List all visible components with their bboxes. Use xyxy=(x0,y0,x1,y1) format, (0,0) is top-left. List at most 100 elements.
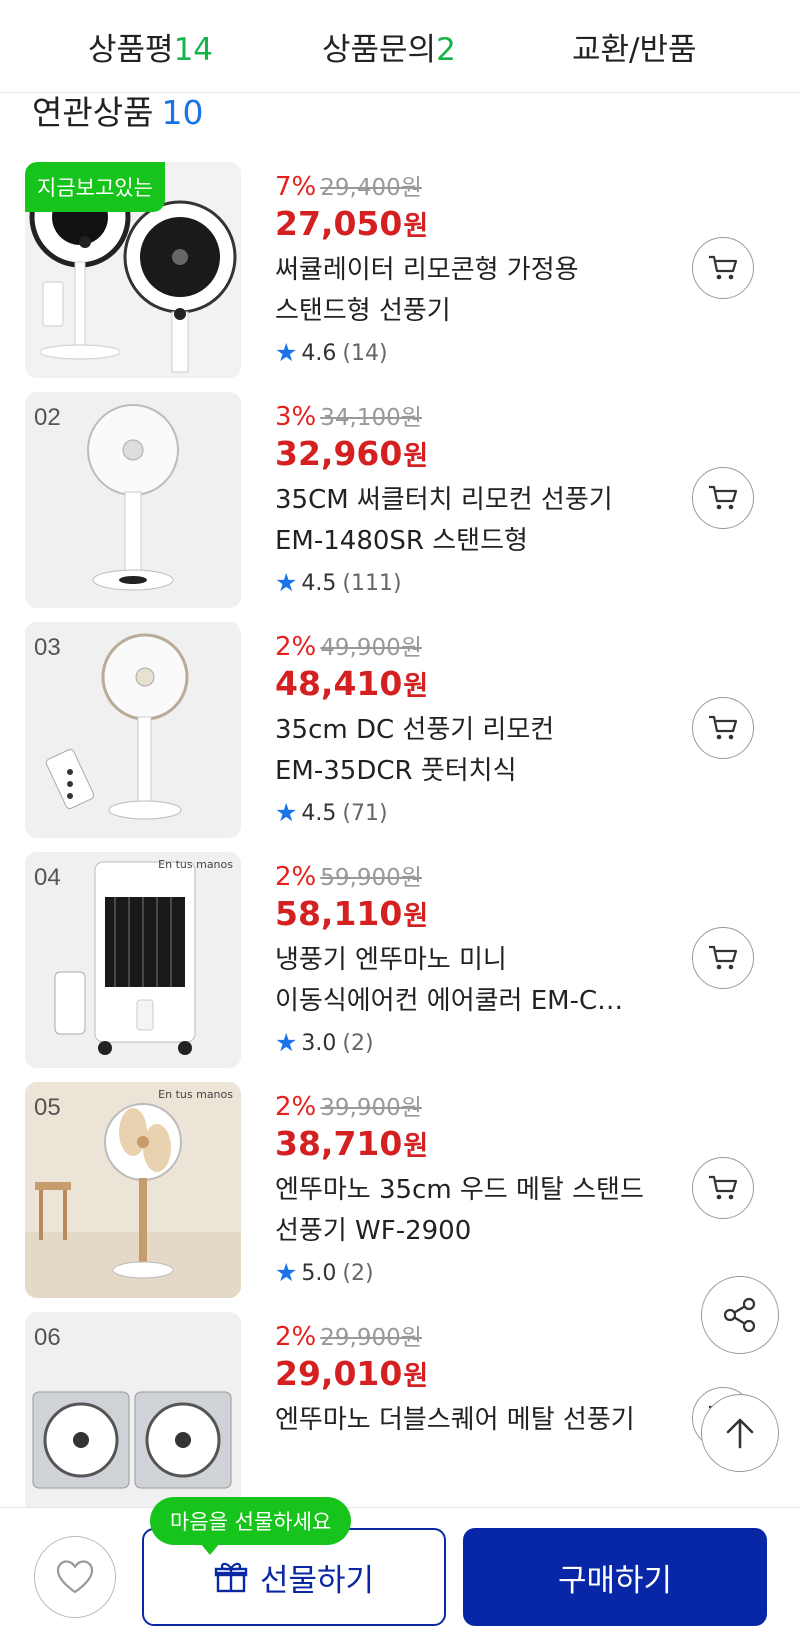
cart-icon xyxy=(709,1175,738,1200)
product-item[interactable]: 04 En tus manos 2% 59,900원 58,110원 냉풍기 엔뚜… xyxy=(0,852,800,1068)
review-count: (2) xyxy=(342,1031,374,1056)
product-name[interactable]: 35cm DC 선풍기 리모컨 EM-35DCR 풋터치식 xyxy=(275,710,670,792)
rank-number: 02 xyxy=(34,404,61,431)
sale-price-value: 29,010 xyxy=(275,1354,403,1393)
product-item[interactable]: 03 2% 49,900원 48,410원 35cm DC 선풍기 리모컨 EM-3… xyxy=(0,622,800,838)
rating: ★ 5.0 (2) xyxy=(275,1258,374,1287)
gift-tooltip: 마음을 선물하세요 xyxy=(150,1497,352,1555)
discount-rate: 3% xyxy=(275,402,317,432)
buy-button[interactable]: 구매하기 xyxy=(463,1528,767,1626)
tab-reviews[interactable]: 상품평14 xyxy=(88,24,213,69)
sale-price-value: 58,110 xyxy=(275,894,403,933)
product-image[interactable]: 05 En tus manos xyxy=(25,1082,241,1298)
rating-value: 5.0 xyxy=(301,1261,337,1286)
price-row: 2% 49,900원 xyxy=(275,628,422,662)
product-image[interactable]: 02 xyxy=(25,392,241,608)
bottom-action-bar: 선물하기 구매하기 xyxy=(0,1507,800,1643)
won-unit: 원 xyxy=(403,671,429,702)
product-name[interactable]: 35CM 써클터치 리모컨 선풍기 EM-1480SR 스탠드형 xyxy=(275,480,670,562)
product-name[interactable]: 엔뚜마노 35cm 우드 메탈 스탠드선풍기 WF-2900 xyxy=(275,1170,670,1252)
original-price: 49,900원 xyxy=(320,635,422,661)
buy-button-label: 구매하기 xyxy=(557,1562,673,1599)
product-name-line: 35CM 써클터치 리모컨 선풍기 xyxy=(275,485,613,515)
add-to-cart-button[interactable] xyxy=(692,927,754,989)
tab-reviews-count: 14 xyxy=(173,32,214,68)
original-price: 39,900원 xyxy=(320,1095,422,1121)
sale-price-value: 38,710 xyxy=(275,1124,403,1163)
product-image[interactable]: 06 xyxy=(25,1312,241,1507)
rank-number: 05 xyxy=(34,1094,61,1121)
product-name[interactable]: 엔뚜마노 더블스퀘어 메탈 선풍기 xyxy=(275,1400,670,1441)
rating: ★ 4.5 (111) xyxy=(275,568,402,597)
now-viewing-badge: 지금보고있는 xyxy=(25,162,165,212)
sale-price: 58,110원 xyxy=(275,894,428,933)
won-unit: 원 xyxy=(403,441,429,472)
star-icon: ★ xyxy=(275,1028,298,1057)
tab-exchange-return[interactable]: 교환/반품 xyxy=(572,24,697,69)
rank-number: 06 xyxy=(34,1324,61,1351)
discount-rate: 2% xyxy=(275,862,317,892)
price-row: 2% 29,900원 xyxy=(275,1318,422,1352)
rating-value: 4.5 xyxy=(301,801,337,826)
rating: ★ 4.6 (14) xyxy=(275,338,388,367)
related-products-list: 지금보고있는 7% 29,400원 27,050원 써큘레이터 리모콘형 가정용 스… xyxy=(0,162,800,1507)
original-price: 29,900원 xyxy=(320,1325,422,1351)
sale-price: 38,710원 xyxy=(275,1124,428,1163)
gift-button-label: 선물하기 xyxy=(259,1562,375,1599)
brand-logo: En tus manos xyxy=(158,1088,233,1101)
won-unit: 원 xyxy=(403,1361,429,1392)
heart-icon xyxy=(56,1560,94,1594)
review-count: (2) xyxy=(342,1261,374,1286)
original-price: 59,900원 xyxy=(320,865,422,891)
add-to-cart-button[interactable] xyxy=(692,697,754,759)
scroll-to-top-button[interactable] xyxy=(701,1394,779,1472)
star-icon: ★ xyxy=(275,1258,298,1287)
product-image[interactable]: 04 En tus manos xyxy=(25,852,241,1068)
gift-icon xyxy=(214,1562,248,1593)
product-name[interactable]: 냉풍기 엔뚜마노 미니이동식에어컨 에어쿨러 EM-C… xyxy=(275,940,670,1022)
product-item[interactable]: 02 3% 34,100원 32,960원 35CM 써클터치 리모컨 선풍기 EM… xyxy=(0,392,800,608)
product-name-line: 선풍기 WF-2900 xyxy=(275,1216,472,1246)
discount-rate: 7% xyxy=(275,172,317,202)
rating-value: 4.5 xyxy=(301,571,337,596)
product-item[interactable]: 05 En tus manos 2% 39,900원 38,710원 엔뚜마노 3… xyxy=(0,1082,800,1298)
arrow-up-icon xyxy=(726,1418,754,1449)
product-image[interactable]: 03 xyxy=(25,622,241,838)
rating-value: 4.6 xyxy=(301,341,337,366)
product-name-line: 스탠드형 선풍기 xyxy=(275,296,451,326)
rank-number: 03 xyxy=(34,634,61,661)
product-name[interactable]: 써큘레이터 리모콘형 가정용 스탠드형 선풍기 xyxy=(275,250,670,332)
rating: ★ 4.5 (71) xyxy=(275,798,388,827)
won-unit: 원 xyxy=(403,901,429,932)
product-name-line: 이동식에어컨 에어쿨러 EM-C… xyxy=(275,986,624,1016)
price-row: 3% 34,100원 xyxy=(275,398,422,432)
share-button[interactable] xyxy=(701,1276,779,1354)
add-to-cart-button[interactable] xyxy=(692,237,754,299)
cart-icon xyxy=(709,485,738,510)
product-image[interactable]: 지금보고있는 xyxy=(25,162,241,378)
tab-inquiries[interactable]: 상품문의2 xyxy=(322,24,456,69)
section-count: 10 xyxy=(161,93,204,132)
add-to-cart-button[interactable] xyxy=(692,1157,754,1219)
product-item[interactable]: 06 2% 29,900원 29,010원 엔뚜마노 더블스퀘어 메탈 선풍기 xyxy=(0,1312,800,1507)
product-item[interactable]: 지금보고있는 7% 29,400원 27,050원 써큘레이터 리모콘형 가정용 스… xyxy=(0,162,800,378)
star-icon: ★ xyxy=(275,338,298,367)
wishlist-button[interactable] xyxy=(34,1536,116,1618)
original-price: 34,100원 xyxy=(320,405,422,431)
brand-logo: En tus manos xyxy=(158,858,233,871)
product-tabs: 상품평14 상품문의2 교환/반품 xyxy=(0,0,800,93)
rank-number: 04 xyxy=(34,864,61,891)
price-row: 2% 39,900원 xyxy=(275,1088,422,1122)
sale-price-value: 32,960 xyxy=(275,434,403,473)
sale-price-value: 27,050 xyxy=(275,204,403,243)
star-icon: ★ xyxy=(275,798,298,827)
discount-rate: 2% xyxy=(275,632,317,662)
discount-rate: 2% xyxy=(275,1322,317,1352)
review-count: (71) xyxy=(342,801,388,826)
rating-value: 3.0 xyxy=(301,1031,337,1056)
add-to-cart-button[interactable] xyxy=(692,467,754,529)
product-name-line: 냉풍기 엔뚜마노 미니 xyxy=(275,945,507,975)
discount-rate: 2% xyxy=(275,1092,317,1122)
sale-price: 27,050원 xyxy=(275,204,428,243)
product-name-line: 엔뚜마노 35cm 우드 메탈 스탠드 xyxy=(275,1175,644,1205)
